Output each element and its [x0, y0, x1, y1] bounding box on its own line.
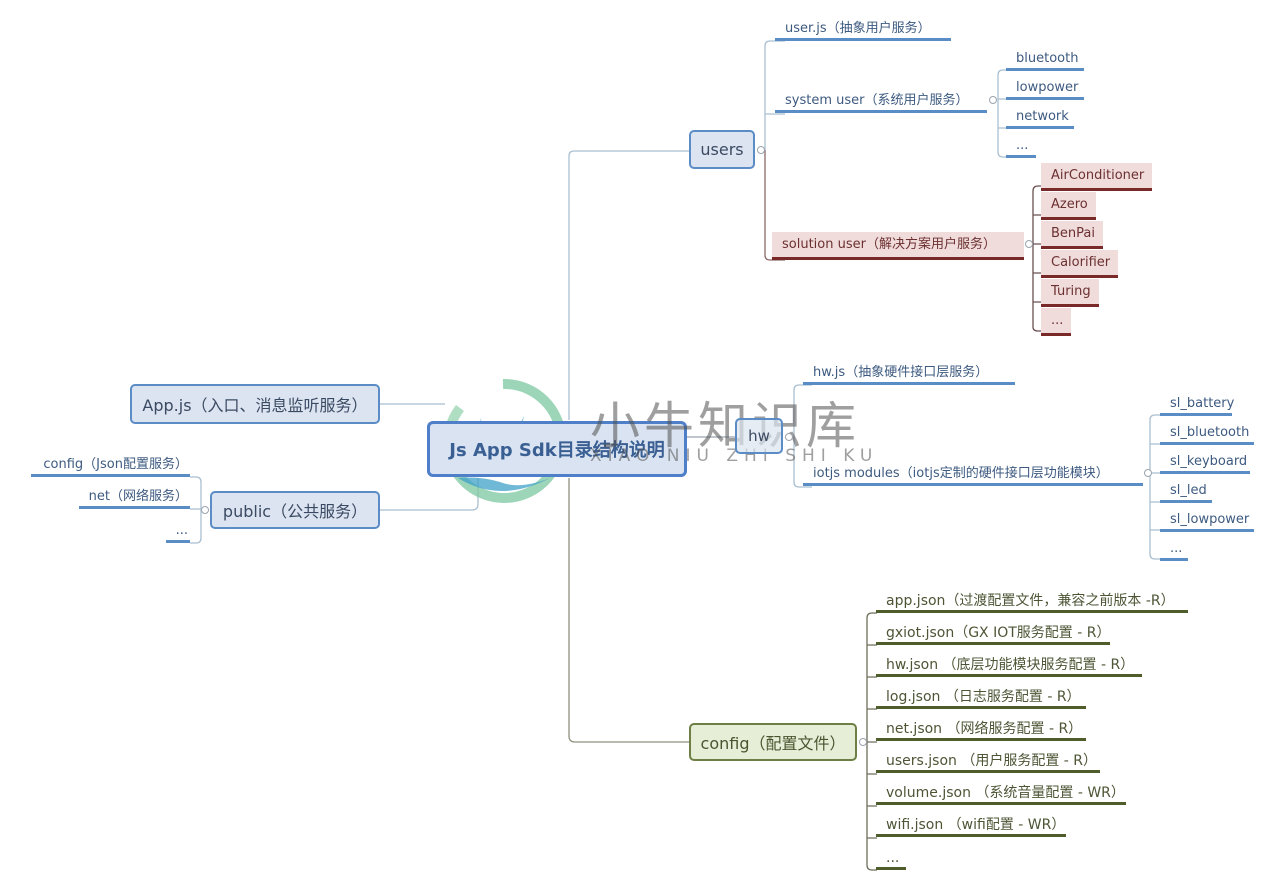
- iotjs-child[interactable]: sl_battery: [1160, 395, 1234, 416]
- connector-root-public: [380, 478, 479, 511]
- connector-root-config: [568, 478, 690, 743]
- system-user-child[interactable]: ...: [1006, 137, 1036, 158]
- public-node[interactable]: public（公共服务）: [210, 491, 380, 529]
- system-user-child[interactable]: bluetooth: [1006, 50, 1084, 71]
- iotjs-child[interactable]: sl_lowpower: [1160, 511, 1254, 532]
- config-label: config（配置文件）: [700, 734, 846, 753]
- config-collapse-toggle[interactable]: [859, 738, 867, 746]
- iotjs-child[interactable]: sl_bluetooth: [1160, 424, 1254, 445]
- hw-collapse-toggle[interactable]: [785, 433, 793, 441]
- userjs-node[interactable]: user.js（抽象用户服务）: [775, 20, 951, 41]
- users-node[interactable]: users: [689, 130, 755, 169]
- solution-user-child[interactable]: Azero: [1041, 192, 1096, 220]
- config-child[interactable]: ...: [876, 849, 906, 870]
- appjs-node[interactable]: App.js（入口、消息监听服务）: [130, 384, 380, 424]
- config-child[interactable]: log.json （日志服务配置 - R）: [876, 688, 1086, 709]
- config-child[interactable]: wifi.json （wifi配置 - WR）: [876, 816, 1066, 837]
- solution-user-node[interactable]: solution user（解决方案用户服务）: [772, 232, 1024, 260]
- system-user-node[interactable]: system user（系统用户服务）: [775, 92, 987, 113]
- solution-user-child[interactable]: AirConditioner: [1041, 163, 1153, 191]
- iotjs-collapse-toggle[interactable]: [1144, 469, 1152, 477]
- solution-user-child[interactable]: BenPai: [1041, 221, 1103, 249]
- root-label: Js App Sdk目录结构说明: [449, 440, 665, 461]
- appjs-label: App.js（入口、消息监听服务）: [142, 396, 368, 415]
- config-child[interactable]: volume.json （系统音量配置 - WR）: [876, 784, 1126, 805]
- config-child[interactable]: hw.json （底层功能模块服务配置 - R）: [876, 656, 1142, 677]
- iotjs-child[interactable]: sl_keyboard: [1160, 453, 1250, 474]
- config-child[interactable]: users.json （用户服务配置 - R）: [876, 752, 1100, 773]
- system-user-child[interactable]: network: [1006, 108, 1074, 129]
- iotjs-child[interactable]: ...: [1160, 540, 1188, 561]
- public-label: public（公共服务）: [222, 502, 368, 521]
- hw-node[interactable]: hw: [735, 418, 783, 454]
- public-child[interactable]: config（Json配置服务）: [31, 456, 190, 477]
- public-child[interactable]: net（网络服务）: [78, 488, 190, 509]
- system-user-collapse-toggle[interactable]: [989, 96, 997, 104]
- config-child[interactable]: gxiot.json（GX IOT服务配置 - R）: [876, 624, 1110, 645]
- public-collapse-toggle[interactable]: [201, 506, 209, 514]
- public-child[interactable]: ...: [165, 522, 190, 543]
- hw-label: hw: [748, 427, 770, 445]
- hwjs-node[interactable]: hw.js（抽象硬件接口层服务）: [803, 364, 1015, 385]
- system-user-child[interactable]: lowpower: [1006, 79, 1084, 100]
- users-collapse-toggle[interactable]: [757, 146, 765, 154]
- solution-user-child[interactable]: Turing: [1041, 279, 1099, 307]
- iotjs-child[interactable]: sl_led: [1160, 482, 1212, 503]
- solution-user-child[interactable]: ...: [1041, 308, 1072, 336]
- config-node[interactable]: config（配置文件）: [689, 723, 857, 761]
- solution-user-collapse-toggle[interactable]: [1025, 240, 1033, 248]
- connector-root-users: [568, 150, 690, 420]
- solution-user-child[interactable]: Calorifier: [1041, 250, 1119, 278]
- config-child[interactable]: net.json （网络服务配置 - R）: [876, 720, 1086, 741]
- users-label: users: [700, 140, 744, 159]
- config-child[interactable]: app.json（过渡配置文件，兼容之前版本 -R）: [876, 592, 1188, 613]
- iotjs-modules-node[interactable]: iotjs modules（iotjs定制的硬件接口层功能模块）: [803, 465, 1143, 486]
- root-node[interactable]: Js App Sdk目录结构说明: [427, 421, 687, 477]
